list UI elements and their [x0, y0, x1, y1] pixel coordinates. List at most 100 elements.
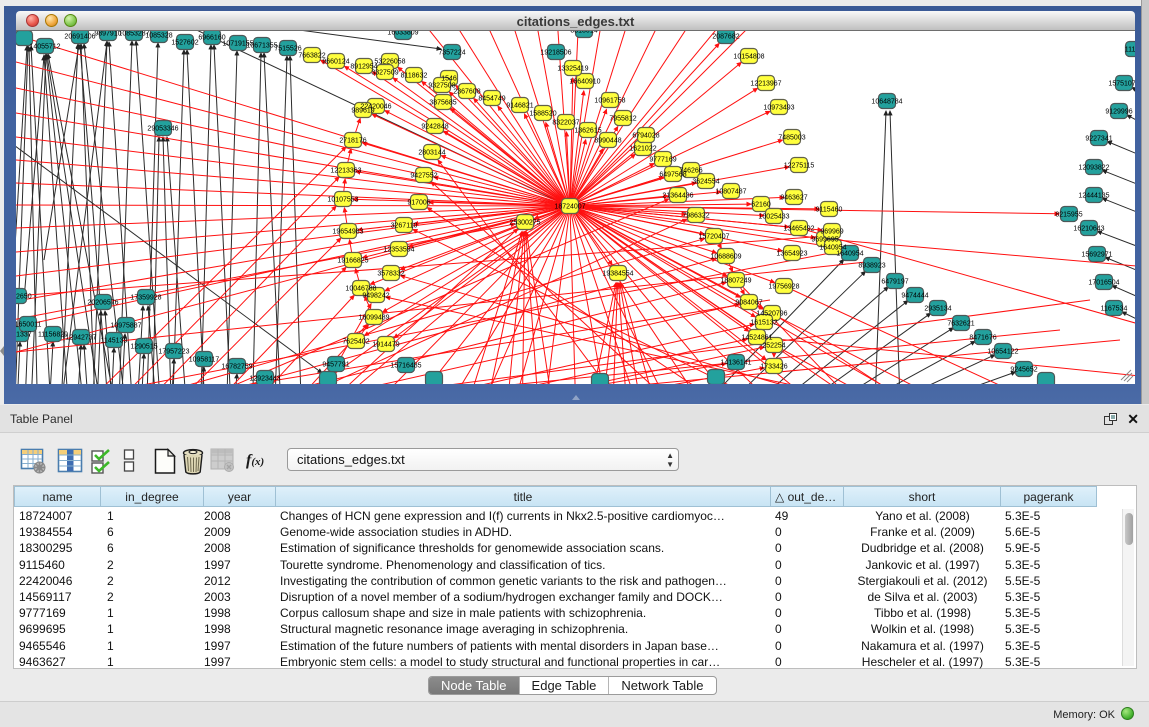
- svg-text:10025433: 10025433: [758, 214, 789, 221]
- svg-text:10671355: 10671355: [246, 43, 277, 50]
- svg-text:7515526: 7515526: [274, 46, 301, 53]
- svg-text:7357224: 7357224: [438, 50, 465, 57]
- svg-text:7955812: 7955812: [609, 116, 636, 123]
- svg-text:19166825: 19166825: [337, 258, 368, 265]
- svg-text:11174: 11174: [1125, 47, 1135, 54]
- svg-text:53226058: 53226058: [374, 59, 405, 66]
- svg-text:62160: 62160: [751, 202, 771, 209]
- svg-text:19756928: 19756928: [768, 284, 799, 291]
- svg-text:16033809: 16033809: [387, 31, 418, 37]
- svg-text:15716485: 15716485: [390, 363, 421, 370]
- svg-text:1546: 1546: [441, 76, 457, 83]
- svg-text:14055712: 14055712: [29, 44, 60, 51]
- svg-text:21364436: 21364436: [662, 193, 693, 200]
- svg-text:3578332: 3578332: [377, 271, 404, 278]
- svg-text:252254: 252254: [762, 343, 785, 350]
- svg-text:1733426: 1733426: [760, 364, 787, 371]
- svg-text:14524861: 14524861: [741, 335, 772, 342]
- svg-text:9474444: 9474444: [901, 293, 928, 300]
- svg-text:1914479: 1914479: [372, 342, 399, 349]
- svg-text:10654122: 10654122: [987, 349, 1018, 356]
- svg-text:2935134: 2935134: [924, 306, 951, 313]
- svg-text:25300275: 25300275: [509, 220, 540, 227]
- svg-text:1085328: 1085328: [145, 33, 172, 40]
- svg-text:10958117: 10958117: [189, 357, 220, 364]
- svg-text:12444135: 12444135: [1078, 193, 1109, 200]
- svg-text:2367608: 2367608: [453, 89, 480, 96]
- svg-text:11156829: 11156829: [38, 332, 68, 339]
- svg-text:8990448: 8990448: [594, 138, 621, 145]
- svg-text:1290515: 1290515: [130, 344, 157, 351]
- svg-text:3267110: 3267110: [391, 223, 418, 230]
- svg-text:9427552: 9427552: [410, 173, 437, 180]
- svg-text:13654923: 13654923: [776, 251, 807, 258]
- svg-text:9084067: 9084067: [735, 300, 762, 307]
- svg-text:7485003: 7485003: [778, 135, 805, 142]
- svg-text:9457791: 9457791: [322, 362, 349, 369]
- svg-text:9699695: 9699695: [811, 237, 838, 244]
- svg-text:9245652: 9245652: [1010, 367, 1037, 374]
- svg-text:16782759: 16782759: [221, 364, 252, 371]
- svg-text:1640954: 1640954: [819, 245, 846, 252]
- svg-text:3875685: 3875685: [429, 100, 456, 107]
- svg-text:10648784: 10648784: [871, 99, 902, 106]
- svg-text:1640954: 1640954: [836, 251, 863, 258]
- svg-text:746266: 746266: [679, 168, 702, 175]
- svg-text:1615132: 1615132: [750, 320, 777, 327]
- svg-text:29053346: 29053346: [147, 126, 178, 133]
- svg-text:13325419: 13325419: [557, 66, 588, 73]
- svg-text:8118632: 8118632: [401, 73, 428, 80]
- svg-text:16099489: 16099489: [358, 315, 389, 322]
- svg-text:9242848: 9242848: [421, 124, 448, 131]
- svg-text:19218506: 19218506: [540, 50, 571, 57]
- svg-text:8215955: 8215955: [1055, 212, 1082, 219]
- svg-text:16640910: 16640910: [569, 79, 600, 86]
- svg-text:8454749: 8454749: [478, 96, 505, 103]
- svg-text:1527602: 1527602: [171, 40, 198, 47]
- svg-text:969969: 969969: [820, 229, 843, 236]
- svg-text:10973493: 10973493: [763, 105, 794, 112]
- svg-text:10107553: 10107553: [327, 197, 358, 204]
- svg-text:9660124: 9660124: [322, 59, 349, 66]
- svg-text:18724007: 18724007: [554, 204, 585, 211]
- svg-text:17957223: 17957223: [158, 349, 189, 356]
- svg-text:12093822: 12093822: [1078, 165, 1109, 172]
- svg-text:1588520: 1588520: [529, 111, 556, 118]
- svg-text:2718176: 2718176: [339, 138, 366, 145]
- svg-text:12942737: 12942737: [65, 335, 96, 342]
- svg-text:10688609: 10688609: [710, 254, 741, 261]
- svg-text:15751074: 15751074: [1108, 81, 1135, 88]
- svg-text:14520796: 14520796: [756, 311, 787, 318]
- svg-text:13465492: 13465492: [783, 226, 814, 233]
- svg-text:3624554: 3624554: [692, 179, 719, 186]
- svg-text:2803144: 2803144: [418, 150, 445, 157]
- svg-text:17359928: 17359928: [130, 295, 161, 302]
- svg-text:12213967: 12213967: [750, 81, 781, 88]
- svg-text:7625402: 7625402: [342, 339, 369, 346]
- svg-text:917006: 917006: [407, 200, 430, 207]
- svg-text:9498242: 9498242: [362, 293, 389, 300]
- svg-text:20206576: 20206576: [87, 300, 118, 307]
- svg-text:391337: 391337: [16, 332, 32, 339]
- svg-text:1650011: 1650011: [16, 322, 41, 329]
- svg-text:2602650: 2602650: [16, 294, 32, 301]
- svg-text:17016504: 17016504: [1088, 280, 1119, 287]
- svg-text:10807487: 10807487: [715, 189, 746, 196]
- svg-text:16210643: 16210643: [1073, 226, 1104, 233]
- svg-text:12353594: 12353594: [383, 247, 414, 254]
- svg-text:6479197: 6479197: [881, 279, 908, 286]
- svg-text:10154808: 10154808: [733, 54, 764, 61]
- svg-text:8322037: 8322037: [552, 120, 579, 127]
- svg-text:1362615: 1362615: [574, 128, 601, 135]
- svg-text:8813014: 8813014: [570, 31, 597, 35]
- svg-text:7986322: 7986322: [682, 213, 709, 220]
- svg-text:10975887: 10975887: [110, 323, 141, 330]
- svg-text:8938923: 8938923: [858, 263, 885, 270]
- svg-text:19654983: 19654983: [332, 229, 363, 236]
- svg-text:2087682: 2087682: [712, 34, 739, 41]
- svg-text:19384554: 19384554: [602, 271, 633, 278]
- svg-text:15692971: 15692971: [1081, 252, 1112, 259]
- svg-text:9777169: 9777169: [649, 157, 676, 164]
- svg-text:1145139: 1145139: [101, 338, 128, 345]
- svg-text:12923443: 12923443: [249, 376, 280, 383]
